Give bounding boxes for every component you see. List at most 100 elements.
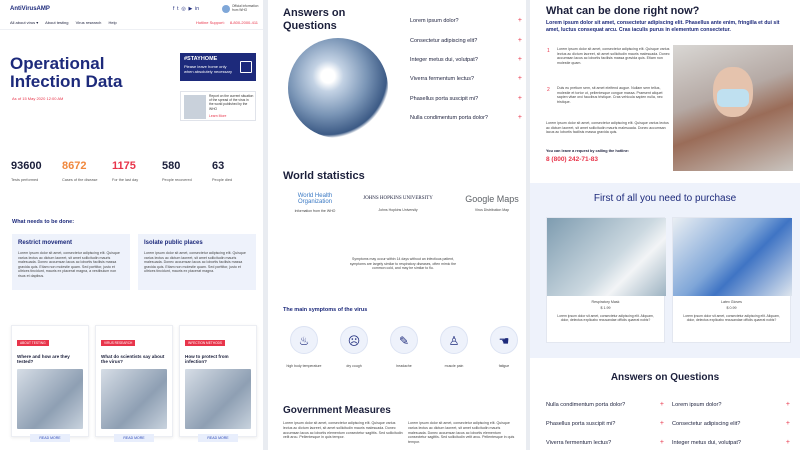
faq-item[interactable]: Consectetur adipiscing elit? + xyxy=(672,420,790,427)
faq-item[interactable]: Integer metus dui, volutpat? + xyxy=(410,56,522,63)
stat-label-tests: Tests performed xyxy=(11,178,39,182)
stat-value-recovered: 580 xyxy=(162,160,181,172)
step-text-2: Duis eu pretium sem, sit amet eleifend a… xyxy=(557,86,663,105)
symptom-note: Symptoms may occur within 14 days withou… xyxy=(349,257,457,271)
news-card-protection[interactable]: INFECTION METHODS How to protect from in… xyxy=(179,325,257,442)
twitter-icon[interactable]: t xyxy=(177,6,178,12)
faq-item[interactable]: Lorem ipsum dolor? + xyxy=(410,17,522,24)
right-now-lead: Lorem ipsum dolor sit amet, consectetur … xyxy=(546,20,780,33)
symptom-label: high body temperature xyxy=(286,364,322,368)
bandage-icon: ✎ xyxy=(390,326,418,354)
report-thumbnail xyxy=(184,95,206,119)
plus-icon: + xyxy=(785,439,790,446)
data-date: As of 15 May 2020 12:00 AM xyxy=(12,96,64,101)
lab-scientist-image xyxy=(17,369,83,429)
news-tag: ABOUT TESTING xyxy=(17,340,49,346)
stat-value-died: 63 xyxy=(212,160,225,172)
house-icon xyxy=(240,61,252,73)
faq-item[interactable]: Consectetur adipiscing elit? + xyxy=(410,37,522,44)
instagram-icon[interactable]: ◎ xyxy=(181,6,185,12)
plus-icon: + xyxy=(785,401,790,408)
sad-face-icon: ☹ xyxy=(340,326,368,354)
site-logo[interactable]: AntiVirusAMP xyxy=(10,6,50,12)
product-card-gloves[interactable]: Latex Gloves $ 0.99 Lorem ipsum dolor si… xyxy=(672,217,792,343)
who-report-card[interactable]: Report on the current situation of the s… xyxy=(180,91,256,121)
faq-item[interactable]: Integer metus dui, volutpat? + xyxy=(672,439,790,446)
product-card-mask[interactable]: Respiratory Mask $ 1.99 Lorem ipsum dolo… xyxy=(546,217,666,343)
plus-icon: + xyxy=(517,56,522,63)
purchase-title: First of all you need to purchase xyxy=(593,193,737,204)
symptom-label: dry cough xyxy=(346,364,362,368)
report-link[interactable]: Learn More xyxy=(209,114,226,118)
faq-item[interactable]: Phasellus porta suscipit mi? + xyxy=(546,420,664,427)
maps-caption: Virus Distribution Map xyxy=(474,208,510,212)
plus-icon: + xyxy=(517,95,522,102)
news-card-research[interactable]: VIRUS RESEARCH What do scientists say ab… xyxy=(95,325,173,442)
right-now-title: What can be done right now? xyxy=(546,5,700,17)
extra-text: Lorem ipsum dolor sit amet, consectetur … xyxy=(546,121,669,135)
todo-card-title: Restrict movement xyxy=(18,240,73,246)
linkedin-icon[interactable]: in xyxy=(195,6,199,12)
read-more-button[interactable]: READ MORE xyxy=(30,434,70,442)
stat-label-recovered: People recovered xyxy=(162,178,192,182)
plus-icon: + xyxy=(659,420,664,427)
faq-item[interactable]: Lorem ipsum dolor? + xyxy=(672,401,790,408)
news-tag: INFECTION METHODS xyxy=(185,340,225,346)
product-text: Lorem ipsum dolor sit amet, consectetur … xyxy=(557,314,654,323)
faq-item[interactable]: Nulla condimentum porta dolor? + xyxy=(546,401,664,408)
globe-icon xyxy=(222,5,230,13)
nav-item-about-testing[interactable]: About testing xyxy=(45,20,68,25)
symptom-label: headache xyxy=(396,364,412,368)
masked-doctor-image xyxy=(185,369,251,429)
header-divider xyxy=(0,29,263,30)
faq-item[interactable]: Viverra fermentum lectus? + xyxy=(546,439,664,446)
researcher-image xyxy=(101,369,167,429)
read-more-button[interactable]: READ MORE xyxy=(114,434,154,442)
faq-item[interactable]: Phasellus porta suscipit mi? + xyxy=(410,95,522,102)
product-price: $ 0.99 xyxy=(726,305,737,310)
todo-card-restrict: Restrict movement Lorem ipsum dolor sit … xyxy=(12,234,130,290)
virus-image xyxy=(288,38,388,138)
step-number-2: 2 xyxy=(547,87,550,93)
plus-icon: + xyxy=(517,114,522,121)
hand-icon: ☚ xyxy=(490,326,518,354)
plus-icon: + xyxy=(517,37,522,44)
info-page-panel: Answers on Questions Lorem ipsum dolor? +… xyxy=(268,0,526,450)
plus-icon: + xyxy=(659,401,664,408)
product-text: Lorem ipsum dolor sit amet, consectetur … xyxy=(683,314,780,323)
symptom-label: fatigue xyxy=(498,364,510,368)
answers-title-2: Answers on Questions xyxy=(610,372,720,383)
read-more-button[interactable]: READ MORE xyxy=(198,434,238,442)
news-card-testing[interactable]: ABOUT TESTING Where and how are they tes… xyxy=(11,325,89,442)
top-nav: All about virus ▾ About testing Virus re… xyxy=(10,20,123,26)
thermometer-icon: ♨ xyxy=(290,326,318,354)
faq-item[interactable]: Viverra fermentum lectus? + xyxy=(410,75,522,82)
jhu-caption: Johns Hopkins University xyxy=(378,208,418,212)
page-title: Operational Infection Data xyxy=(10,54,123,91)
step-number-1: 1 xyxy=(547,48,550,54)
google-maps-logo[interactable]: Google Maps Virus Distribution Map xyxy=(458,193,526,214)
jhu-logo-text: JOHNS HOPKINS UNIVERSITY xyxy=(363,196,433,201)
who-caption: Information from the WHO xyxy=(294,209,336,213)
world-stats-title: World statistics xyxy=(283,170,365,182)
nav-item-help[interactable]: Help xyxy=(108,20,116,25)
youtube-icon[interactable]: ▶ xyxy=(189,6,193,12)
nav-item-all-about-virus[interactable]: All about virus ▾ xyxy=(10,20,38,25)
facebook-icon[interactable]: f xyxy=(173,6,174,12)
stat-value-tests: 93600 xyxy=(11,160,42,172)
news-tag: VIRUS RESEARCH xyxy=(101,340,136,346)
who-logo[interactable]: World Health Organization Information fr… xyxy=(280,193,350,215)
stat-label-last-day: For the last day xyxy=(112,178,139,182)
hotline-number[interactable]: 8-800-2000-411 xyxy=(230,20,258,25)
symptom-label: muscle pain xyxy=(444,364,464,368)
nav-item-virus-research[interactable]: Virus research xyxy=(76,20,102,25)
who-logo-text: World Health Organization xyxy=(297,193,333,205)
hotline-phone[interactable]: 8 (800) 242-71-83 xyxy=(546,156,598,163)
johns-hopkins-logo[interactable]: JOHNS HOPKINS UNIVERSITY Johns Hopkins U… xyxy=(363,193,433,214)
latex-gloves-image xyxy=(673,218,792,296)
faq-item[interactable]: Nulla condimentum porta dolor? + xyxy=(410,114,522,121)
social-icons: f t ◎ ▶ in xyxy=(173,6,199,12)
plus-icon: + xyxy=(517,75,522,82)
plus-icon: + xyxy=(659,439,664,446)
todo-card-text: Lorem ipsum dolor sit amet, consectetur … xyxy=(144,251,246,274)
